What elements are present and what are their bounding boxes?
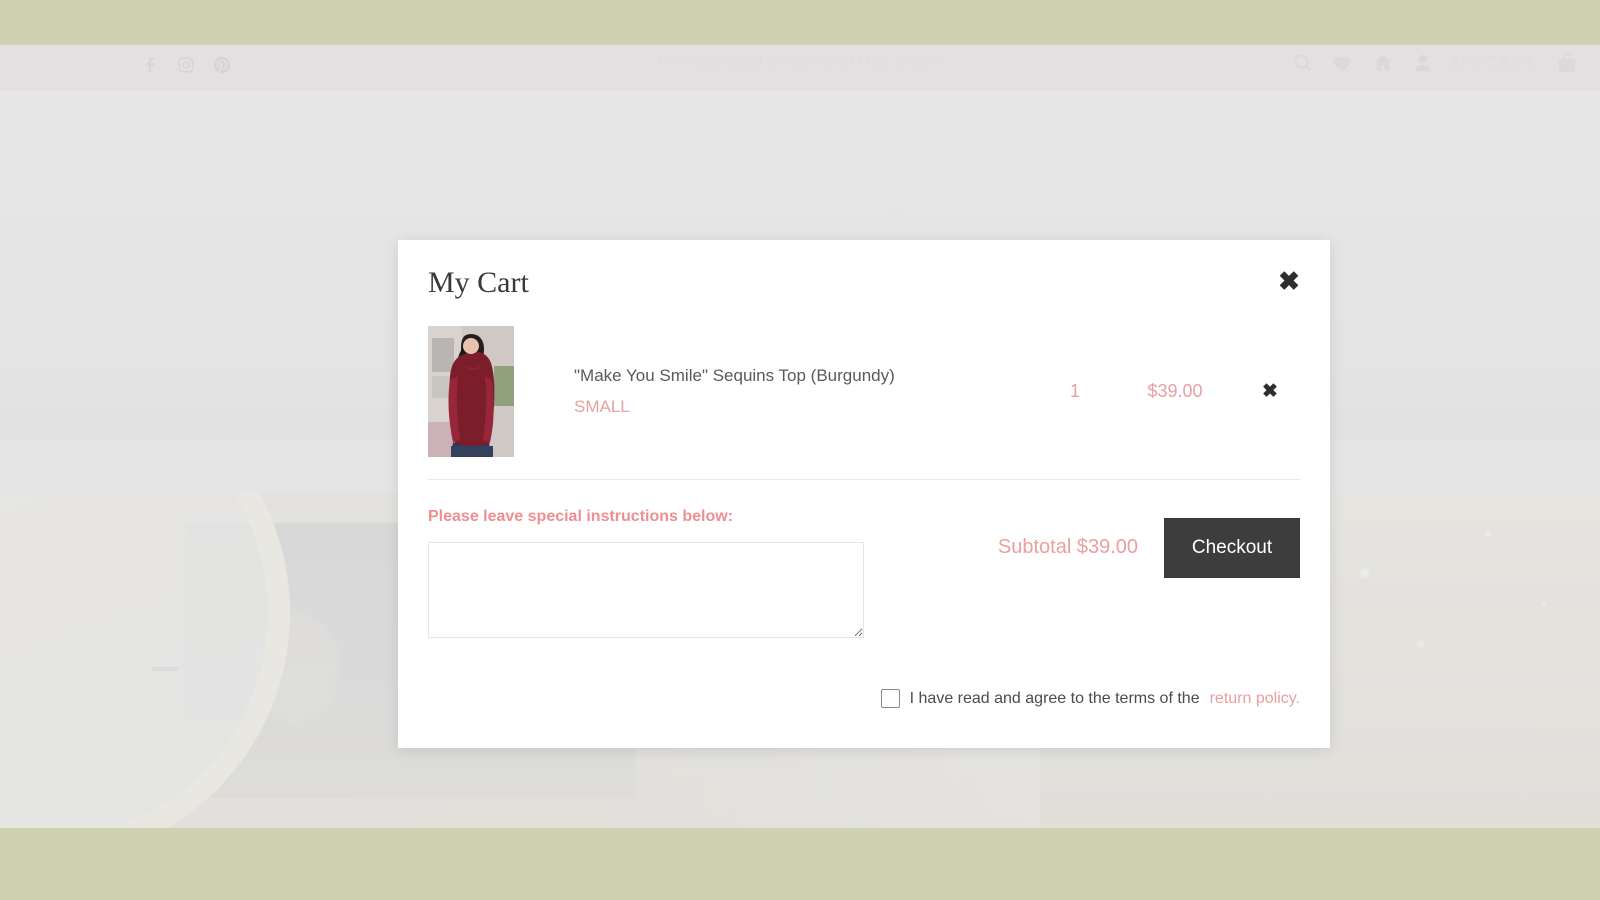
product-price: $39.00: [1147, 381, 1203, 401]
cart-items-list: "Make You Smile" Sequins Top (Burgundy) …: [398, 312, 1330, 480]
cart-modal: My Cart ✖ "Make You Smile" Sequins Top (…: [398, 240, 1330, 748]
cart-modal-header: My Cart ✖: [398, 240, 1330, 312]
return-policy-link[interactable]: return policy.: [1210, 690, 1300, 708]
cart-totals: Subtotal $39.00 Checkout: [898, 506, 1300, 638]
terms-agreement-row: I have read and agree to the terms of th…: [880, 689, 1300, 708]
terms-checkbox[interactable]: [880, 689, 900, 708]
remove-item-icon[interactable]: ✖: [1240, 380, 1300, 403]
product-title[interactable]: "Make You Smile" Sequins Top (Burgundy): [574, 363, 1040, 389]
checkout-button[interactable]: Checkout: [1164, 518, 1300, 578]
product-quantity[interactable]: 1: [1040, 381, 1110, 402]
product-info: "Make You Smile" Sequins Top (Burgundy) …: [514, 363, 1040, 421]
special-instructions-group: Please leave special instructions below:: [428, 506, 898, 638]
special-instructions-label: Please leave special instructions below:: [428, 508, 734, 525]
subtotal-label: Subtotal $39.00: [997, 536, 1138, 558]
product-variant: SMALL: [574, 396, 630, 416]
cart-line-item: "Make You Smile" Sequins Top (Burgundy) …: [428, 312, 1300, 480]
page-title: My Cart: [428, 266, 529, 299]
special-instructions-input[interactable]: [428, 542, 864, 638]
close-icon[interactable]: ✖: [1276, 268, 1302, 294]
browser-page: Free Standard Shipping on U.S. orders MY…: [0, 0, 1600, 900]
product-thumbnail[interactable]: [428, 326, 514, 457]
terms-text: I have read and agree to the terms of th…: [909, 689, 1200, 707]
cart-modal-lower: Please leave special instructions below:…: [398, 480, 1330, 638]
